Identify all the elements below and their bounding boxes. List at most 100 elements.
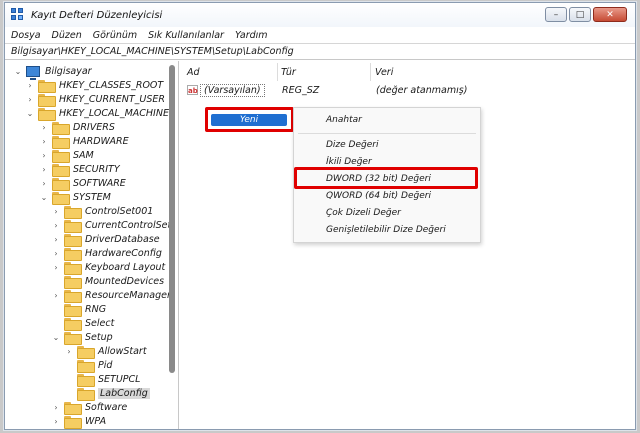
menu-help[interactable]: Yardım bbox=[235, 30, 268, 41]
folder-icon bbox=[64, 331, 82, 345]
folder-icon bbox=[52, 177, 70, 191]
tree-item-hkcu[interactable]: › HKEY_CURRENT_USER bbox=[25, 92, 165, 107]
chevron-right-icon[interactable]: › bbox=[51, 403, 61, 412]
column-separator[interactable] bbox=[277, 63, 278, 81]
tree-item-wpa[interactable]: › WPA bbox=[51, 414, 106, 429]
chevron-right-icon[interactable]: › bbox=[39, 151, 49, 160]
menu-file[interactable]: Dosya bbox=[11, 30, 41, 41]
chevron-right-icon[interactable]: › bbox=[51, 417, 61, 426]
chevron-right-icon[interactable]: › bbox=[25, 81, 35, 90]
computer-icon bbox=[26, 65, 40, 80]
tree-item-hklm[interactable]: ⌄ HKEY_LOCAL_MACHINE bbox=[25, 106, 169, 121]
folder-icon bbox=[64, 275, 82, 289]
value-data: (değer atanmamış) bbox=[376, 84, 468, 96]
tree-item-security[interactable]: › SECURITY bbox=[39, 162, 120, 177]
menu-view[interactable]: Görünüm bbox=[93, 30, 137, 41]
tree-item-drivers[interactable]: › DRIVERS bbox=[39, 120, 115, 135]
folder-icon bbox=[64, 205, 82, 219]
folder-icon bbox=[64, 233, 82, 247]
values-pane: Ad Tür Veri ab (Varsayılan) REG_SZ (değe… bbox=[180, 61, 635, 429]
chevron-down-icon[interactable]: ⌄ bbox=[51, 333, 61, 342]
folder-icon bbox=[77, 387, 95, 401]
tree-item-setupcl[interactable]: › SETUPCL bbox=[64, 372, 140, 387]
folder-icon bbox=[52, 191, 70, 205]
folder-icon bbox=[38, 79, 56, 93]
folder-icon bbox=[64, 247, 82, 261]
chevron-down-icon[interactable]: ⌄ bbox=[25, 109, 35, 118]
key-tree: ⌄ Bilgisayar › HKEY_CLASSES_ROOT › HKEY_… bbox=[5, 61, 179, 429]
chevron-right-icon[interactable]: › bbox=[39, 123, 49, 132]
tree-item-mounteddevices[interactable]: › MountedDevices bbox=[51, 274, 164, 289]
chevron-down-icon[interactable]: ⌄ bbox=[13, 67, 23, 76]
tree-item-resourcemanager[interactable]: › ResourceManager bbox=[51, 288, 171, 303]
chevron-right-icon[interactable]: › bbox=[51, 263, 61, 272]
chevron-right-icon[interactable]: › bbox=[51, 207, 61, 216]
tree-item-labconfig[interactable]: › LabConfig bbox=[64, 386, 150, 401]
tree-item-system[interactable]: ⌄ SYSTEM bbox=[39, 190, 111, 205]
tree-item-allowstart[interactable]: › AllowStart bbox=[64, 344, 147, 359]
close-button[interactable]: ✕ bbox=[593, 7, 627, 22]
chevron-right-icon[interactable]: › bbox=[51, 221, 61, 230]
folder-icon bbox=[77, 373, 95, 387]
chevron-right-icon[interactable]: › bbox=[25, 95, 35, 104]
column-header-name[interactable]: Ad bbox=[187, 64, 200, 80]
regedit-app-icon bbox=[11, 8, 25, 22]
highlight-box-dword bbox=[294, 167, 478, 189]
folder-icon bbox=[64, 303, 82, 317]
chevron-right-icon[interactable]: › bbox=[51, 291, 61, 300]
chevron-right-icon[interactable]: › bbox=[51, 235, 61, 244]
string-value-icon: ab bbox=[187, 85, 198, 95]
menu-edit[interactable]: Düzen bbox=[52, 30, 82, 41]
chevron-right-icon[interactable]: › bbox=[64, 347, 74, 356]
window-title: Kayıt Defteri Düzenleyicisi bbox=[31, 9, 163, 21]
tree-item-driverdatabase[interactable]: › DriverDatabase bbox=[51, 232, 160, 247]
tree-item-controlset001[interactable]: › ControlSet001 bbox=[51, 204, 153, 219]
title-bar[interactable]: Kayıt Defteri Düzenleyicisi – □ ✕ bbox=[5, 3, 635, 27]
chevron-right-icon[interactable]: › bbox=[39, 137, 49, 146]
column-header-data[interactable]: Veri bbox=[375, 64, 393, 80]
tree-item-hkcr[interactable]: › HKEY_CLASSES_ROOT bbox=[25, 78, 163, 93]
tree-item-keyboardlayout[interactable]: › Keyboard Layout bbox=[51, 260, 165, 275]
regedit-window: Kayıt Defteri Düzenleyicisi – □ ✕ Dosya … bbox=[4, 2, 636, 430]
folder-icon bbox=[64, 317, 82, 331]
folder-icon bbox=[52, 163, 70, 177]
tree-item-setup[interactable]: ⌄ Setup bbox=[51, 330, 113, 345]
tree-scrollbar[interactable] bbox=[169, 65, 175, 373]
submenu-item-key[interactable]: Anahtar bbox=[326, 113, 362, 127]
tree-item-sam[interactable]: › SAM bbox=[39, 148, 94, 163]
submenu-item-multistring[interactable]: Çok Dizeli Değer bbox=[326, 206, 401, 220]
folder-icon bbox=[52, 135, 70, 149]
chevron-right-icon[interactable]: › bbox=[39, 165, 49, 174]
chevron-down-icon[interactable]: ⌄ bbox=[39, 193, 49, 202]
tree-item-hardware[interactable]: › HARDWARE bbox=[39, 134, 129, 149]
value-row[interactable]: ab (Varsayılan) bbox=[187, 82, 265, 98]
chevron-right-icon[interactable]: › bbox=[51, 249, 61, 258]
maximize-button[interactable]: □ bbox=[569, 7, 591, 22]
value-type: REG_SZ bbox=[282, 84, 320, 96]
tree-item-computer[interactable]: ⌄ Bilgisayar bbox=[13, 64, 92, 80]
tree-item-software-sub[interactable]: › Software bbox=[51, 400, 127, 415]
minimize-button[interactable]: – bbox=[545, 7, 567, 22]
address-bar[interactable]: Bilgisayar\HKEY_LOCAL_MACHINE\SYSTEM\Set… bbox=[5, 43, 635, 60]
value-name: (Varsayılan) bbox=[200, 83, 265, 97]
submenu-separator bbox=[298, 133, 476, 134]
column-header-type[interactable]: Tür bbox=[281, 64, 296, 80]
chevron-right-icon[interactable]: › bbox=[39, 179, 49, 188]
window-controls: – □ ✕ bbox=[545, 7, 627, 22]
tree-item-pid[interactable]: › Pid bbox=[64, 358, 112, 373]
tree-item-currentcontrolset[interactable]: › CurrentControlSet bbox=[51, 218, 171, 233]
tree-item-rng[interactable]: › RNG bbox=[51, 302, 106, 317]
tree-item-hardwareconfig[interactable]: › HardwareConfig bbox=[51, 246, 162, 261]
folder-icon bbox=[52, 149, 70, 163]
folder-icon bbox=[64, 261, 82, 275]
folder-icon bbox=[52, 121, 70, 135]
folder-icon bbox=[64, 289, 82, 303]
tree-item-software[interactable]: › SOFTWARE bbox=[39, 176, 126, 191]
submenu-item-string[interactable]: Dize Değeri bbox=[326, 138, 378, 152]
menu-bar: Dosya Düzen Görünüm Sık Kullanılanlar Ya… bbox=[5, 27, 635, 43]
submenu-item-qword[interactable]: QWORD (64 bit) Değeri bbox=[326, 189, 431, 203]
menu-favorites[interactable]: Sık Kullanılanlar bbox=[148, 30, 224, 41]
column-separator[interactable] bbox=[370, 63, 371, 81]
tree-item-select[interactable]: › Select bbox=[51, 316, 114, 331]
submenu-item-expandable-string[interactable]: Genişletilebilir Dize Değeri bbox=[326, 223, 446, 237]
